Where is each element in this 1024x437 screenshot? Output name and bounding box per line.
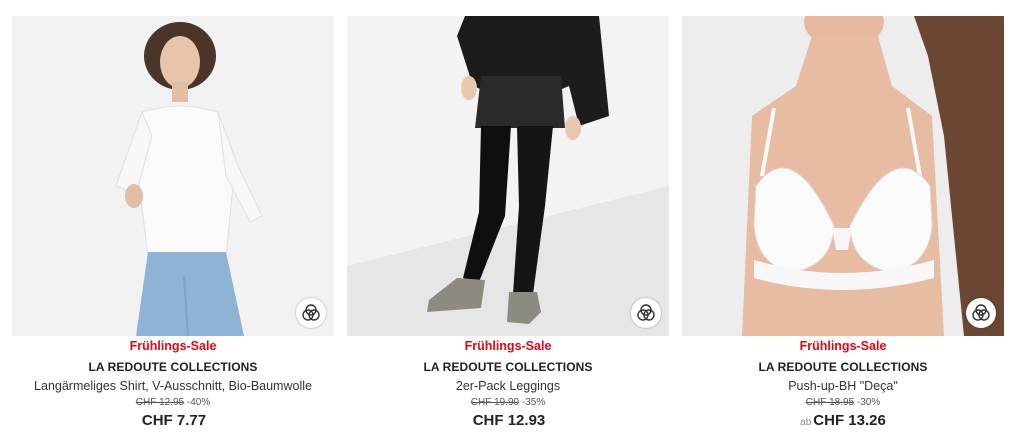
- product-card[interactable]: Frühlings-Sale LA REDOUTE COLLECTIONS Pu…: [682, 16, 1004, 433]
- color-variants-icon: [302, 304, 320, 321]
- color-variants-button[interactable]: [296, 298, 326, 328]
- current-price: ab CHF 13.26: [682, 411, 1004, 433]
- sale-badge: Frühlings-Sale: [464, 339, 552, 353]
- old-price-line: CHF 12.95 -40%: [12, 396, 334, 409]
- old-price: CHF 19.90: [470, 397, 520, 408]
- product-image[interactable]: [12, 16, 334, 336]
- product-card[interactable]: Frühlings-Sale LA REDOUTE COLLECTIONS La…: [12, 16, 334, 433]
- product-title[interactable]: Langärmeliges Shirt, V-Ausschnitt, Bio-B…: [12, 378, 334, 394]
- old-price-line: CHF 18.95 -30%: [682, 396, 1004, 409]
- discount-percent: -35%: [521, 397, 546, 408]
- product-image[interactable]: [682, 16, 1004, 336]
- product-brand[interactable]: LA REDOUTE COLLECTIONS: [682, 359, 1004, 375]
- color-variants-button[interactable]: [631, 298, 661, 328]
- product-grid: Frühlings-Sale LA REDOUTE COLLECTIONS La…: [0, 0, 1024, 437]
- price-value: CHF 13.26: [813, 412, 886, 429]
- discount-percent: -30%: [856, 397, 881, 408]
- price-value: CHF 7.77: [141, 412, 207, 429]
- product-brand[interactable]: LA REDOUTE COLLECTIONS: [347, 359, 669, 375]
- current-price: CHF 12.93: [347, 411, 669, 433]
- product-card[interactable]: Frühlings-Sale LA REDOUTE COLLECTIONS 2e…: [347, 16, 669, 433]
- product-image[interactable]: [347, 16, 669, 336]
- sale-badge: Frühlings-Sale: [129, 339, 217, 353]
- product-title[interactable]: 2er-Pack Leggings: [347, 378, 669, 394]
- color-variants-button[interactable]: [966, 298, 996, 328]
- product-brand[interactable]: LA REDOUTE COLLECTIONS: [12, 359, 334, 375]
- old-price-line: CHF 19.90 -35%: [347, 396, 669, 409]
- discount-percent: -40%: [186, 397, 211, 408]
- price-prefix: ab: [800, 417, 812, 428]
- color-variants-icon: [637, 304, 655, 321]
- sale-badge: Frühlings-Sale: [799, 339, 887, 353]
- price-value: CHF 12.93: [472, 412, 546, 429]
- old-price: CHF 18.95: [805, 397, 855, 408]
- old-price: CHF 12.95: [135, 397, 185, 408]
- current-price: CHF 7.77: [12, 411, 334, 433]
- color-variants-icon: [972, 304, 990, 321]
- product-title[interactable]: Push-up-BH "Deça": [682, 378, 1004, 394]
